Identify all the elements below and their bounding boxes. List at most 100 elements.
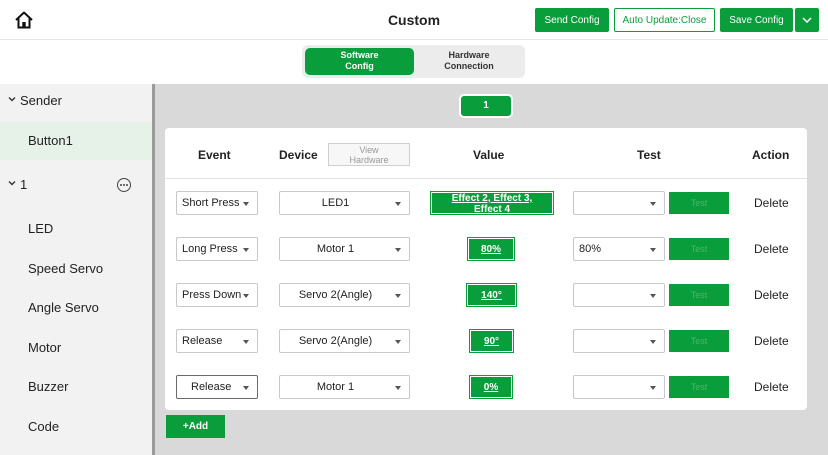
tab-software-config[interactable]: Software Config [305,48,414,75]
sidebar-group-label: 1 [20,177,28,192]
device-select[interactable]: Motor 1 [279,375,410,399]
header-divider [165,178,807,179]
sidebar-item-button1[interactable]: Button1 [0,122,152,160]
column-header-test: Test [637,148,661,162]
dropdown-arrow-icon [243,248,249,252]
device-select-value: LED1 [321,197,350,209]
delete-button[interactable]: Delete [754,242,789,256]
dropdown-arrow-icon [395,340,401,344]
dropdown-arrow-icon [243,202,249,206]
tab-hardware-connection-line2: Connection [444,61,494,71]
device-select[interactable]: Servo 2(Angle) [279,283,410,307]
sidebar-item-label: Button1 [28,133,73,148]
sidebar-item-label: Buzzer [28,379,69,394]
delete-button[interactable]: Delete [754,380,789,394]
event-select[interactable]: Release [176,375,258,399]
column-header-action: Action [752,148,790,162]
sidebar-item-label: Motor [28,340,62,355]
test-button[interactable]: Test [669,284,729,306]
event-select-value: Long Press [182,243,238,255]
value-button-line1: Effect 2, Effect 3, [451,193,533,204]
test-value-select[interactable]: 80% [573,237,665,261]
view-hardware-button[interactable]: View Hardware [328,143,410,166]
dropdown-arrow-icon [395,248,401,252]
save-options-dropdown-button[interactable] [795,8,819,32]
sidebar-item-label: LED [28,221,54,236]
test-button[interactable]: Test [669,330,729,352]
dropdown-arrow-icon [243,340,249,344]
test-value-select[interactable] [573,375,665,399]
tab-1[interactable]: 1 [459,94,513,118]
device-select-value: Servo 2(Angle) [298,289,373,301]
delete-button[interactable]: Delete [754,196,789,210]
value-button-line2: Effect 4 [473,204,511,215]
event-select-value: Short Press [182,197,240,209]
event-select[interactable]: Press Down [176,283,258,307]
chevron-down-icon [8,181,16,186]
sidebar-item-label: Code [28,419,60,434]
tab-hardware-connection-line1: Hardware [448,50,490,60]
event-select-value: Release [191,381,232,393]
delete-button[interactable]: Delete [754,288,789,302]
add-row-button[interactable]: +Add [166,415,225,438]
sidebar-item-code[interactable]: Code [0,408,152,446]
test-value-select[interactable] [573,283,665,307]
dropdown-arrow-icon [395,294,401,298]
event-select[interactable]: Long Press [176,237,258,261]
value-button[interactable]: 90° [469,329,514,353]
sidebar: Sender Button1 1 LED Speed Servo Angle S… [0,84,152,455]
dropdown-arrow-icon [650,202,656,206]
device-select[interactable]: LED1 [279,191,410,215]
value-button[interactable]: 140° [466,283,517,307]
dropdown-arrow-icon [650,340,656,344]
dropdown-arrow-icon [650,386,656,390]
value-button[interactable]: Effect 2, Effect 3, Effect 4 [430,191,554,215]
sidebar-item-speed-servo[interactable]: Speed Servo [0,250,152,288]
device-select-value: Motor 1 [316,381,355,393]
device-select[interactable]: Motor 1 [279,237,410,261]
dropdown-arrow-icon [395,386,401,390]
dropdown-arrow-icon [650,248,656,252]
config-table-card [165,128,807,410]
event-select[interactable]: Short Press [176,191,258,215]
config-mode-toggle: Software Config Hardware Connection [302,45,525,78]
device-select-value: Servo 2(Angle) [298,335,373,347]
delete-button[interactable]: Delete [754,334,789,348]
column-header-event: Event [198,148,231,162]
sidebar-item-led[interactable]: LED [0,210,152,248]
device-select[interactable]: Servo 2(Angle) [279,329,410,353]
dropdown-arrow-icon [243,386,249,390]
chevron-down-icon [802,17,812,23]
sidebar-group-label: Sender [20,93,62,108]
dropdown-arrow-icon [650,294,656,298]
test-button[interactable]: Test [669,376,729,398]
dropdown-arrow-icon [243,294,249,298]
tab-software-config-line1: Software [340,50,379,60]
test-value-select[interactable] [573,329,665,353]
column-header-value: Value [473,148,505,162]
sidebar-item-motor[interactable]: Motor [0,329,152,367]
value-button[interactable]: 0% [469,375,513,399]
event-select-value: Press Down [182,289,242,301]
test-value-select[interactable] [573,191,665,215]
test-button[interactable]: Test [669,238,729,260]
save-config-button[interactable]: Save Config [720,8,793,32]
chevron-down-icon [8,97,16,102]
value-button[interactable]: 80% [467,237,515,261]
view-hardware-line1: View [359,145,379,155]
auto-update-button[interactable]: Auto Update:Close [614,8,715,32]
sidebar-item-buzzer[interactable]: Buzzer [0,368,152,406]
tab-hardware-connection[interactable]: Hardware Connection [416,48,522,75]
send-config-button[interactable]: Send Config [535,8,609,32]
sidebar-item-label: Angle Servo [28,300,99,315]
event-select[interactable]: Release [176,329,258,353]
sidebar-item-label: Speed Servo [28,261,104,276]
event-select-value: Release [182,335,223,347]
dropdown-arrow-icon [395,202,401,206]
more-options-icon[interactable] [117,178,131,192]
view-hardware-line2: Hardware [349,155,389,165]
sidebar-item-angle-servo[interactable]: Angle Servo [0,289,152,327]
test-button[interactable]: Test [669,192,729,214]
sidebar-group-sender[interactable]: Sender [0,84,152,118]
device-select-value: Motor 1 [316,243,355,255]
